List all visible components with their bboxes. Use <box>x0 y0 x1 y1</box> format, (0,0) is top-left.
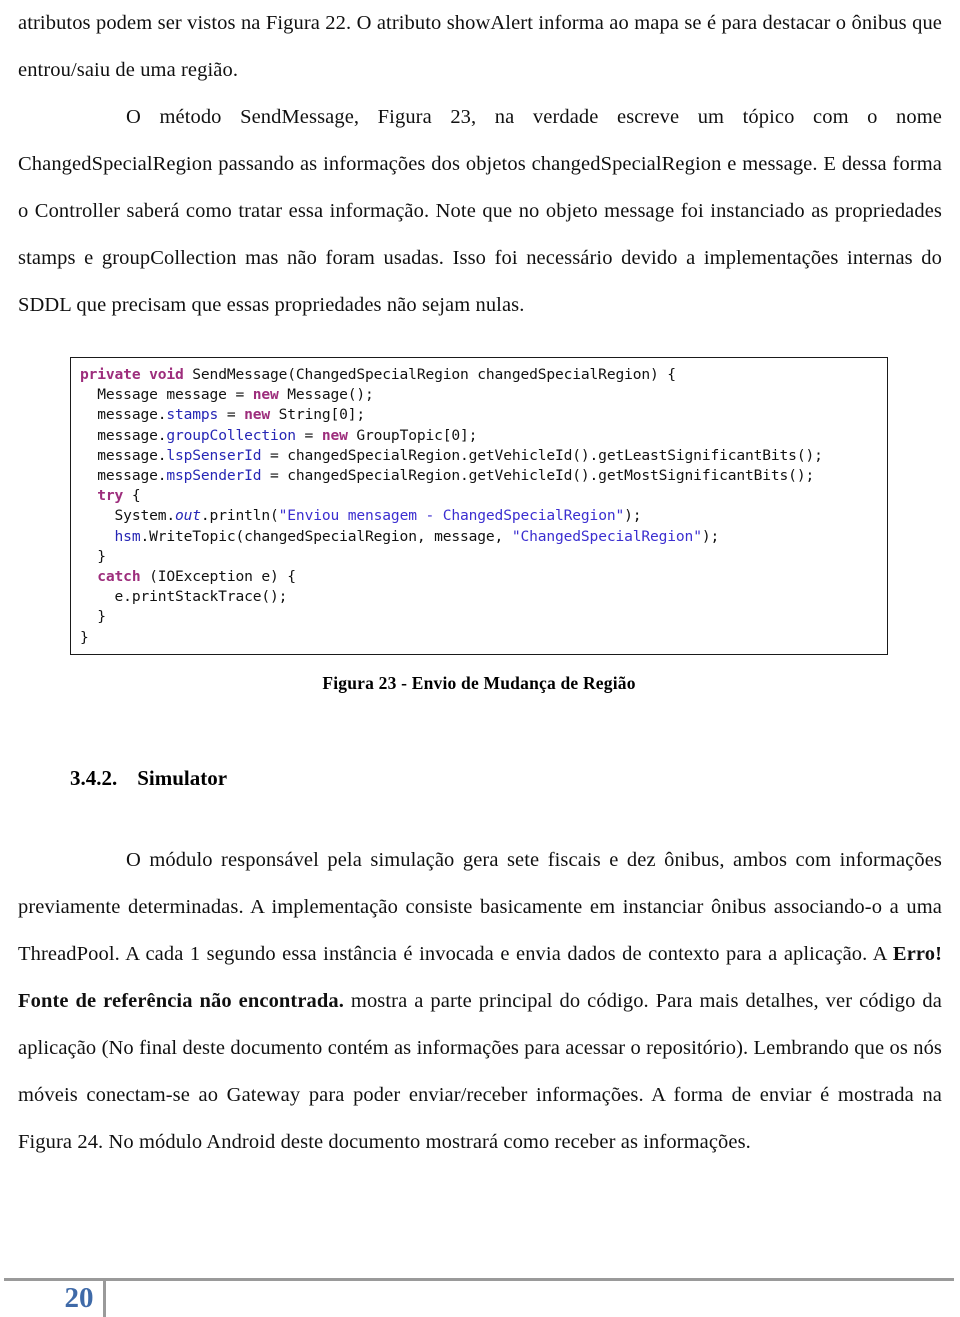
footer-vertical-rule <box>103 1281 106 1317</box>
paragraph-simulator-part1: O módulo responsável pela simulação gera… <box>18 849 942 965</box>
code-listing: private void SendMessage(ChangedSpecialR… <box>70 357 888 655</box>
document-page: atributos podem ser vistos na Figura 22.… <box>0 0 960 1317</box>
code-listing-text: private void SendMessage(ChangedSpecialR… <box>80 366 823 646</box>
figure-23: private void SendMessage(ChangedSpecialR… <box>70 357 888 694</box>
section-title: Simulator <box>137 766 228 790</box>
section-heading: 3.4.2. Simulator <box>70 766 942 791</box>
paragraph-sendmessage: O método SendMessage, Figura 23, na verd… <box>18 106 942 316</box>
paragraph-simulator: O módulo responsável pela simulação gera… <box>18 837 942 1166</box>
page-number: 20 <box>64 1282 94 1314</box>
paragraph-simulator-part2: mostra a parte principal do código. Para… <box>18 990 942 1153</box>
page-footer: 20 <box>0 1268 960 1317</box>
footer-horizontal-rule <box>4 1278 954 1281</box>
section-number: 3.4.2. <box>70 766 118 790</box>
paragraph-continuation: atributos podem ser vistos na Figura 22.… <box>18 12 942 81</box>
figure-caption: Figura 23 - Envio de Mudança de Região <box>322 673 636 693</box>
